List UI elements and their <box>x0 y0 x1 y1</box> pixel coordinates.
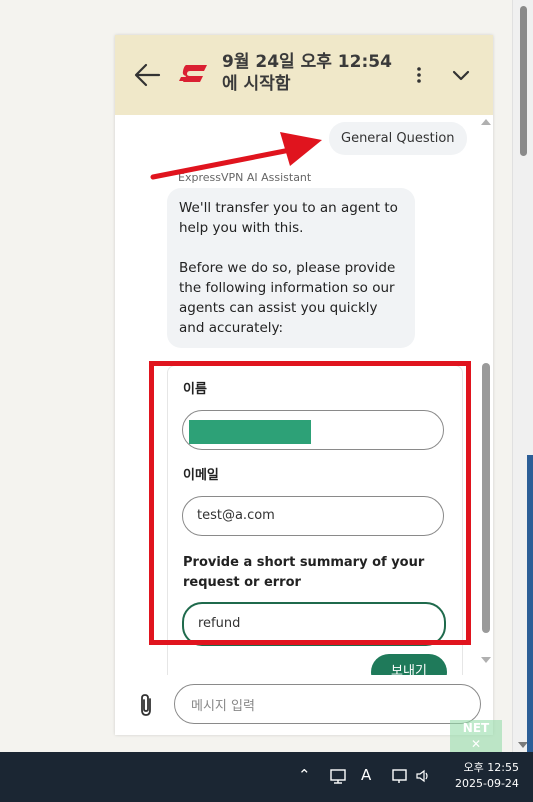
attachment-icon[interactable] <box>135 692 157 718</box>
speaker-icon[interactable] <box>415 766 431 786</box>
taskbar: ⌃ A 오후 12:55 2025-09-24 <box>0 752 533 802</box>
chat-widget: 9월 24일 오후 12:54 에 시작함 General Question E… <box>115 35 493 735</box>
expressvpn-logo-icon <box>179 65 207 82</box>
chat-title: 9월 24일 오후 12:54 에 시작함 <box>222 52 392 94</box>
bot-sender-name: ExpressVPN AI Assistant <box>178 171 312 184</box>
submit-button[interactable]: 보내기 <box>371 654 447 675</box>
name-label: 이름 <box>183 382 207 397</box>
chat-scrollbar-thumb[interactable] <box>482 363 490 633</box>
redacted-name-value <box>189 420 311 444</box>
email-label: 이메일 <box>183 468 219 483</box>
name-field[interactable] <box>182 410 444 450</box>
scroll-down-arrow-icon[interactable] <box>481 657 491 663</box>
input-method-indicator[interactable]: A <box>361 766 371 786</box>
chat-message-area[interactable]: General Question ExpressVPN AI Assistant… <box>115 115 493 675</box>
message-composer: 메시지 입력 <box>115 675 493 735</box>
user-message-bubble: General Question <box>329 122 467 155</box>
clock-date: 2025-09-24 <box>455 777 519 790</box>
bot-message-bubble: We'll transfer you to an agent to help y… <box>167 188 415 348</box>
chat-scrollbar[interactable] <box>479 115 493 675</box>
chat-header: 9월 24일 오후 12:54 에 시작함 <box>115 35 493 115</box>
taskbar-clock[interactable]: 오후 12:55 2025-09-24 <box>455 760 519 792</box>
bot-message-paragraph: We'll transfer you to an agent to help y… <box>179 200 398 236</box>
browser-scrollbar-thumb[interactable] <box>520 6 527 156</box>
message-input[interactable]: 메시지 입력 <box>174 684 481 724</box>
back-arrow-icon[interactable] <box>133 62 161 88</box>
contact-form-card: 이름 이메일 test@a.com Provide a short summar… <box>167 365 463 675</box>
summary-label: Provide a short summary of your request … <box>183 555 425 590</box>
email-field[interactable]: test@a.com <box>182 496 444 536</box>
clock-time: 오후 12:55 <box>463 761 519 774</box>
monitor-icon[interactable] <box>329 766 347 786</box>
bot-message-paragraph: Before we do so, please provide the foll… <box>179 260 396 336</box>
more-options-icon[interactable] <box>407 63 431 87</box>
summary-field[interactable]: refund <box>182 602 446 646</box>
chevron-down-icon[interactable] <box>449 63 473 87</box>
scroll-up-arrow-icon[interactable] <box>481 119 491 125</box>
background-window-edge <box>527 455 533 752</box>
chevron-up-icon[interactable]: ⌃ <box>298 766 311 786</box>
network-icon[interactable] <box>391 766 409 786</box>
